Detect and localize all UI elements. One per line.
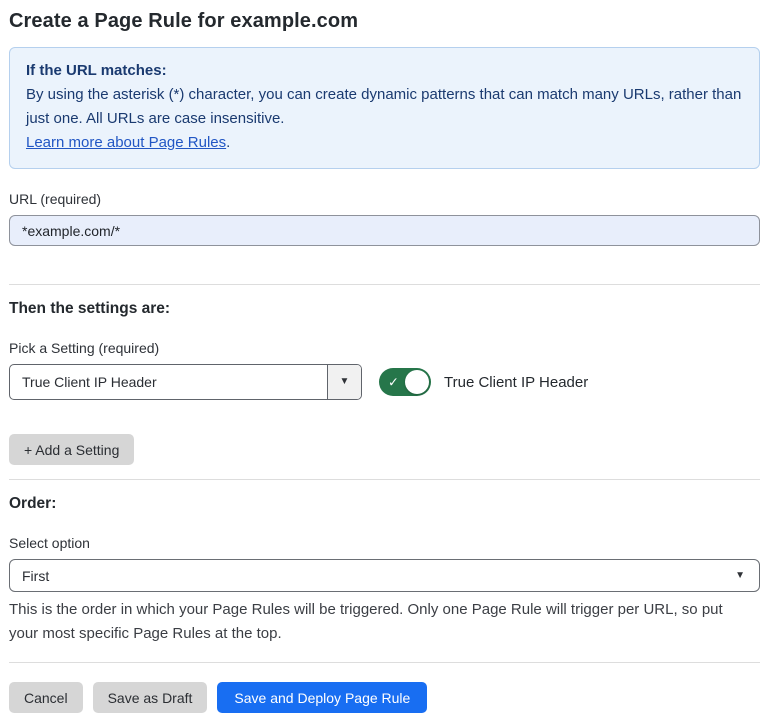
cancel-button[interactable]: Cancel — [9, 682, 83, 713]
settings-section-heading: Then the settings are: — [9, 300, 760, 318]
info-box-body: By using the asterisk (*) character, you… — [26, 83, 743, 131]
url-field-label: URL (required) — [9, 191, 760, 207]
toggle-knob — [405, 370, 429, 394]
chevron-down-icon: ▼ — [340, 377, 350, 387]
order-help-text: This is the order in which your Page Rul… — [9, 598, 754, 646]
save-as-draft-button[interactable]: Save as Draft — [93, 682, 208, 713]
url-match-info-box: If the URL matches: By using the asteris… — [9, 47, 760, 169]
create-page-rule-panel: Create a Page Rule for example.com If th… — [0, 0, 769, 713]
chevron-down-icon: ▼ — [735, 571, 745, 581]
setting-select-value: True Client IP Header — [10, 365, 327, 399]
learn-more-link[interactable]: Learn more about Page Rules — [26, 134, 226, 151]
setting-row: True Client IP Header ▼ ✓ True Client IP… — [9, 364, 760, 400]
setting-select[interactable]: True Client IP Header ▼ — [9, 364, 362, 400]
save-and-deploy-button[interactable]: Save and Deploy Page Rule — [217, 682, 427, 713]
order-select-label: Select option — [9, 535, 760, 551]
info-box-link-line: Learn more about Page Rules. — [26, 131, 743, 155]
order-section-heading: Order: — [9, 495, 760, 513]
toggle-label: True Client IP Header — [444, 374, 588, 391]
true-client-ip-toggle[interactable]: ✓ — [379, 368, 431, 396]
link-suffix: . — [226, 134, 230, 151]
footer-divider — [9, 662, 760, 663]
page-title: Create a Page Rule for example.com — [9, 10, 760, 33]
order-select-value: First — [22, 568, 49, 584]
section-divider — [9, 284, 760, 285]
section-divider — [9, 479, 760, 480]
setting-select-arrow-button[interactable]: ▼ — [327, 365, 361, 399]
order-select[interactable]: First ▼ — [9, 559, 760, 592]
footer-button-row: Cancel Save as Draft Save and Deploy Pag… — [9, 682, 760, 713]
add-setting-button[interactable]: + Add a Setting — [9, 434, 134, 465]
check-icon: ✓ — [388, 376, 399, 389]
pick-setting-label: Pick a Setting (required) — [9, 340, 760, 356]
url-input[interactable] — [9, 215, 760, 246]
info-box-heading: If the URL matches: — [26, 59, 743, 83]
